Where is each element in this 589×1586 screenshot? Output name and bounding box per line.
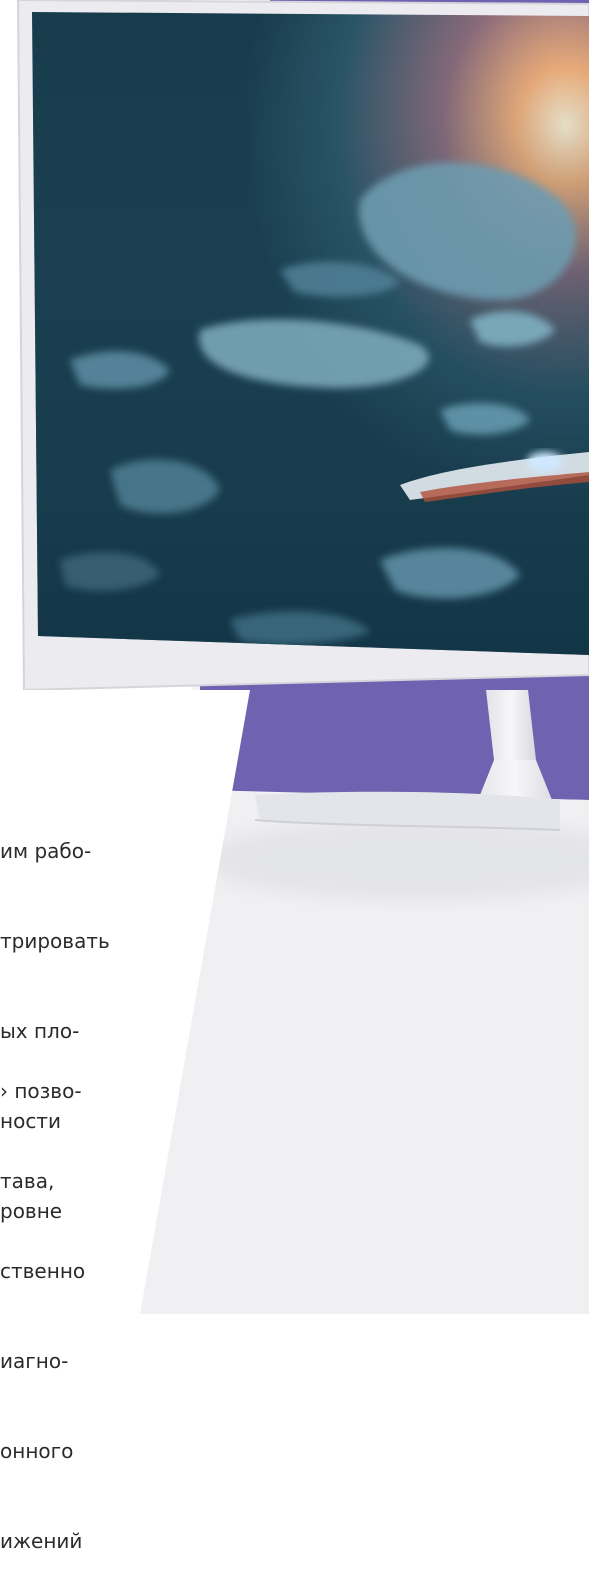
description-paragraph-2: › позво- тава, ственно иагно- онного иже… bbox=[0, 1016, 230, 1586]
text-line: тава, bbox=[0, 1169, 55, 1193]
monitor-screen bbox=[32, 12, 589, 655]
text-line: иагно- bbox=[0, 1349, 69, 1373]
text-line: ижений bbox=[0, 1529, 83, 1553]
text-line: › позво- bbox=[0, 1079, 82, 1103]
text-line: онного bbox=[0, 1439, 74, 1463]
text-line: им рабо- bbox=[0, 839, 92, 863]
text-line: трировать bbox=[0, 929, 110, 953]
text-line: ственно bbox=[0, 1259, 86, 1283]
monitor bbox=[16, 0, 589, 692]
